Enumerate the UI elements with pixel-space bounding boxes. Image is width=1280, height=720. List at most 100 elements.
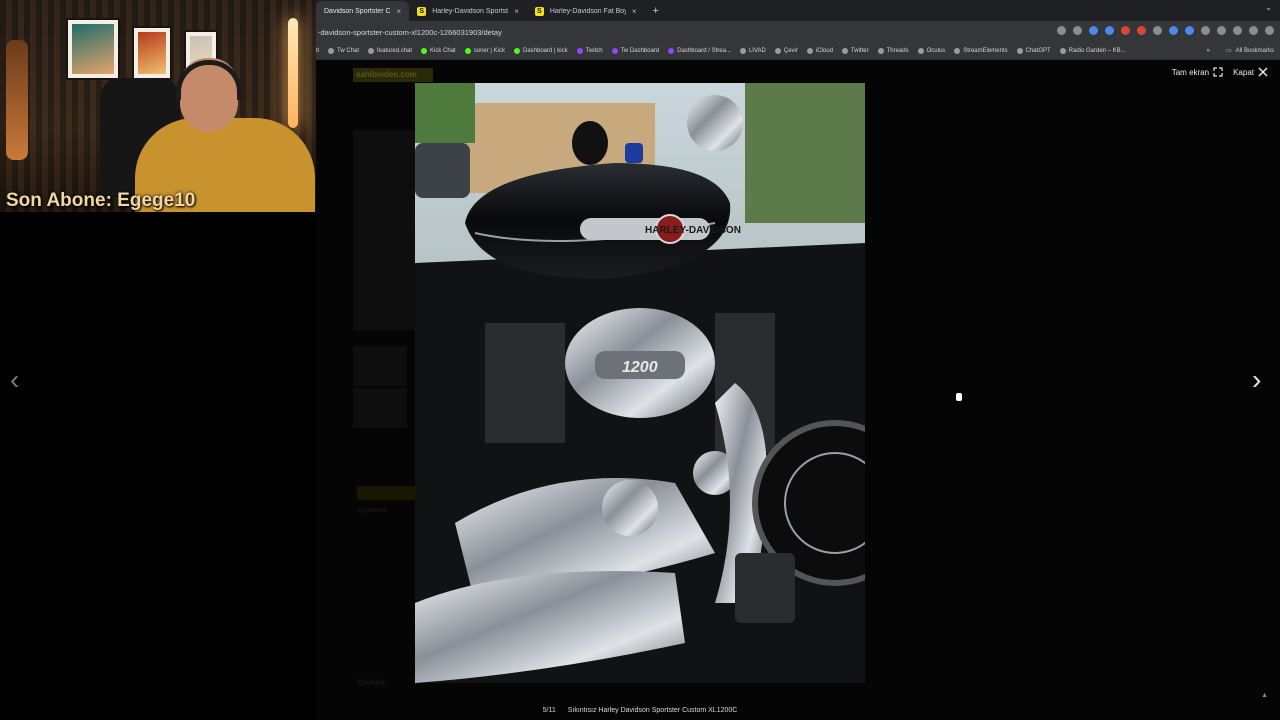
- engine-badge-text: 1200: [622, 359, 658, 376]
- wall-frame-image: [132, 26, 172, 80]
- bookmarks-bar: lt Tw Chat featured.chat Kick Chat soner…: [316, 43, 1280, 60]
- sahibinden-favicon-icon: S: [534, 6, 544, 16]
- kebab-menu-icon[interactable]: [1265, 26, 1274, 35]
- bookmark-icon: [917, 48, 924, 54]
- url-field[interactable]: -davidson-sportster-custom-xl1200c-12660…: [316, 28, 502, 37]
- tank-badge-text: HARLEY-DAVIDSON: [645, 225, 741, 236]
- shield-icon[interactable]: [1217, 26, 1226, 35]
- bookmark-item[interactable]: soner | Kick: [464, 48, 505, 54]
- bookmark-item[interactable]: Radio Garden – KB...: [1059, 48, 1126, 54]
- bookmark-icon: [1016, 48, 1023, 54]
- fullscreen-icon: [1213, 67, 1223, 77]
- ghost-gallery-panel: [353, 130, 415, 330]
- folder-icon: ▭: [1225, 48, 1232, 54]
- ghost-thumbnail: [353, 388, 407, 428]
- bookmark-item[interactable]: StreamElements: [954, 48, 1008, 54]
- translate-icon[interactable]: [1185, 26, 1194, 35]
- bookmark-item[interactable]: Twitch: [576, 48, 603, 54]
- guitar-image: [6, 40, 28, 160]
- close-icon: [1258, 67, 1268, 77]
- tab-title: Harley-Davidson Sportster X: [432, 7, 509, 15]
- bookmarks-right: » ▭ All Bookmarks: [1207, 47, 1274, 55]
- extension-icon[interactable]: [1153, 26, 1162, 35]
- extension-icon[interactable]: [1121, 26, 1130, 35]
- ghost-description-label: Açıklama: [358, 507, 387, 514]
- listing-photo: HARLEY-DAVIDSON 1200: [415, 83, 865, 683]
- wall-frame-image: [66, 18, 120, 80]
- bookmark-item[interactable]: Threads: [877, 48, 909, 54]
- bookmark-item[interactable]: Dashboard / Strea...: [668, 48, 731, 54]
- bookmark-icon: [841, 48, 848, 54]
- extension-icon[interactable]: [1089, 26, 1098, 35]
- star-bookmark-icon[interactable]: [1073, 26, 1082, 35]
- bookmark-icon: [328, 48, 334, 54]
- extension-icon[interactable]: [1105, 26, 1114, 35]
- browser-tab[interactable]: Davidson Sportster C ×: [316, 1, 410, 21]
- bookmark-icon: [576, 48, 583, 54]
- bookmark-icon: [1059, 48, 1066, 54]
- tab-title: Davidson Sportster C: [324, 7, 391, 15]
- latest-subscriber-text: Son Abone: Egege10: [6, 190, 196, 211]
- sahibinden-favicon-icon: S: [417, 6, 427, 16]
- bookmark-icon: [806, 48, 813, 54]
- tab-title: Harley-Davidson Fat Boy FLS: [549, 7, 626, 15]
- webcam-overlay: Son Abone: Egege10: [0, 0, 316, 212]
- puzzle-icon[interactable]: [1233, 26, 1242, 35]
- bookmark-icon: [739, 48, 746, 54]
- photo-caption-text: Sıkıntısız Harley Davidson Sportster Cus…: [567, 707, 738, 714]
- bookmark-item[interactable]: ChatGPT: [1016, 48, 1051, 54]
- ghost-thumbnail: [353, 346, 407, 386]
- bookmark-item[interactable]: lt: [316, 48, 319, 54]
- bookmark-icon: [774, 48, 781, 54]
- bookmark-icon: [464, 48, 471, 54]
- bookmark-icon: [611, 48, 618, 54]
- extension-icon[interactable]: [1201, 26, 1210, 35]
- bookmark-item[interactable]: iCloud: [806, 48, 833, 54]
- avatar[interactable]: [1249, 26, 1258, 35]
- bookmark-icon: [421, 48, 428, 54]
- address-bar: -davidson-sportster-custom-xl1200c-12660…: [316, 21, 1280, 43]
- extension-toolbar: [1057, 26, 1274, 35]
- bookmark-item[interactable]: Tw Chat: [328, 48, 359, 54]
- close-tab-icon[interactable]: ×: [632, 7, 637, 16]
- ghost-button: [357, 486, 415, 500]
- close-button[interactable]: Kapat: [1233, 67, 1268, 77]
- ghost-details-label: Özellikler: [358, 680, 387, 687]
- bookmark-icon: [668, 48, 675, 54]
- browser-tab[interactable]: S Harley-Davidson Fat Boy FLS ×: [527, 1, 645, 21]
- fullscreen-button[interactable]: Tam ekran: [1172, 67, 1223, 77]
- bookmark-item[interactable]: featured.chat: [368, 48, 412, 54]
- photo-counter: 5/11: [542, 707, 556, 714]
- tab-search-chevron-icon[interactable]: ⌄: [1265, 3, 1272, 12]
- bookmark-item[interactable]: Çevir: [774, 48, 798, 54]
- key-icon[interactable]: [1057, 26, 1066, 35]
- bookmark-icon: [877, 48, 884, 54]
- scroll-to-top-icon[interactable]: ▲: [1261, 692, 1268, 699]
- close-tab-icon[interactable]: ×: [514, 7, 519, 16]
- bookmark-icon: [954, 48, 961, 54]
- browser-tab-bar: Davidson Sportster C × S Harley-Davidson…: [316, 0, 1280, 21]
- browser-tab[interactable]: S Harley-Davidson Sportster X ×: [409, 1, 527, 21]
- bookmarks-overflow-icon[interactable]: »: [1207, 48, 1210, 54]
- bookmark-item[interactable]: Tw Dashboard: [611, 48, 659, 54]
- bookmark-item[interactable]: Oculus: [917, 48, 945, 54]
- bookmark-item[interactable]: Dashboard | kick: [513, 48, 568, 54]
- bookmark-item[interactable]: Kick Chat: [421, 48, 456, 54]
- site-logo: sahibinden.com: [353, 68, 433, 82]
- all-bookmarks-link[interactable]: All Bookmarks: [1236, 48, 1274, 54]
- photo-caption: 5/11 Sıkıntısız Harley Davidson Sportste…: [0, 707, 1280, 714]
- previous-photo-button[interactable]: ‹: [10, 366, 19, 394]
- bookmark-item[interactable]: Twitter: [841, 48, 869, 54]
- bookmark-icon: [513, 48, 520, 54]
- lamp-light: [288, 18, 298, 128]
- lightbox-controls: Tam ekran Kapat: [1172, 67, 1268, 77]
- bookmark-item[interactable]: LIVAD: [739, 48, 766, 54]
- new-tab-button[interactable]: +: [645, 1, 667, 21]
- mouse-cursor-icon: [956, 393, 962, 401]
- motorcycle-image: HARLEY-DAVIDSON 1200: [415, 83, 865, 683]
- extension-icon[interactable]: [1169, 26, 1178, 35]
- close-tab-icon[interactable]: ×: [397, 7, 402, 16]
- bookmark-icon: [368, 48, 375, 54]
- next-photo-button[interactable]: ›: [1252, 366, 1261, 394]
- extension-icon[interactable]: [1137, 26, 1146, 35]
